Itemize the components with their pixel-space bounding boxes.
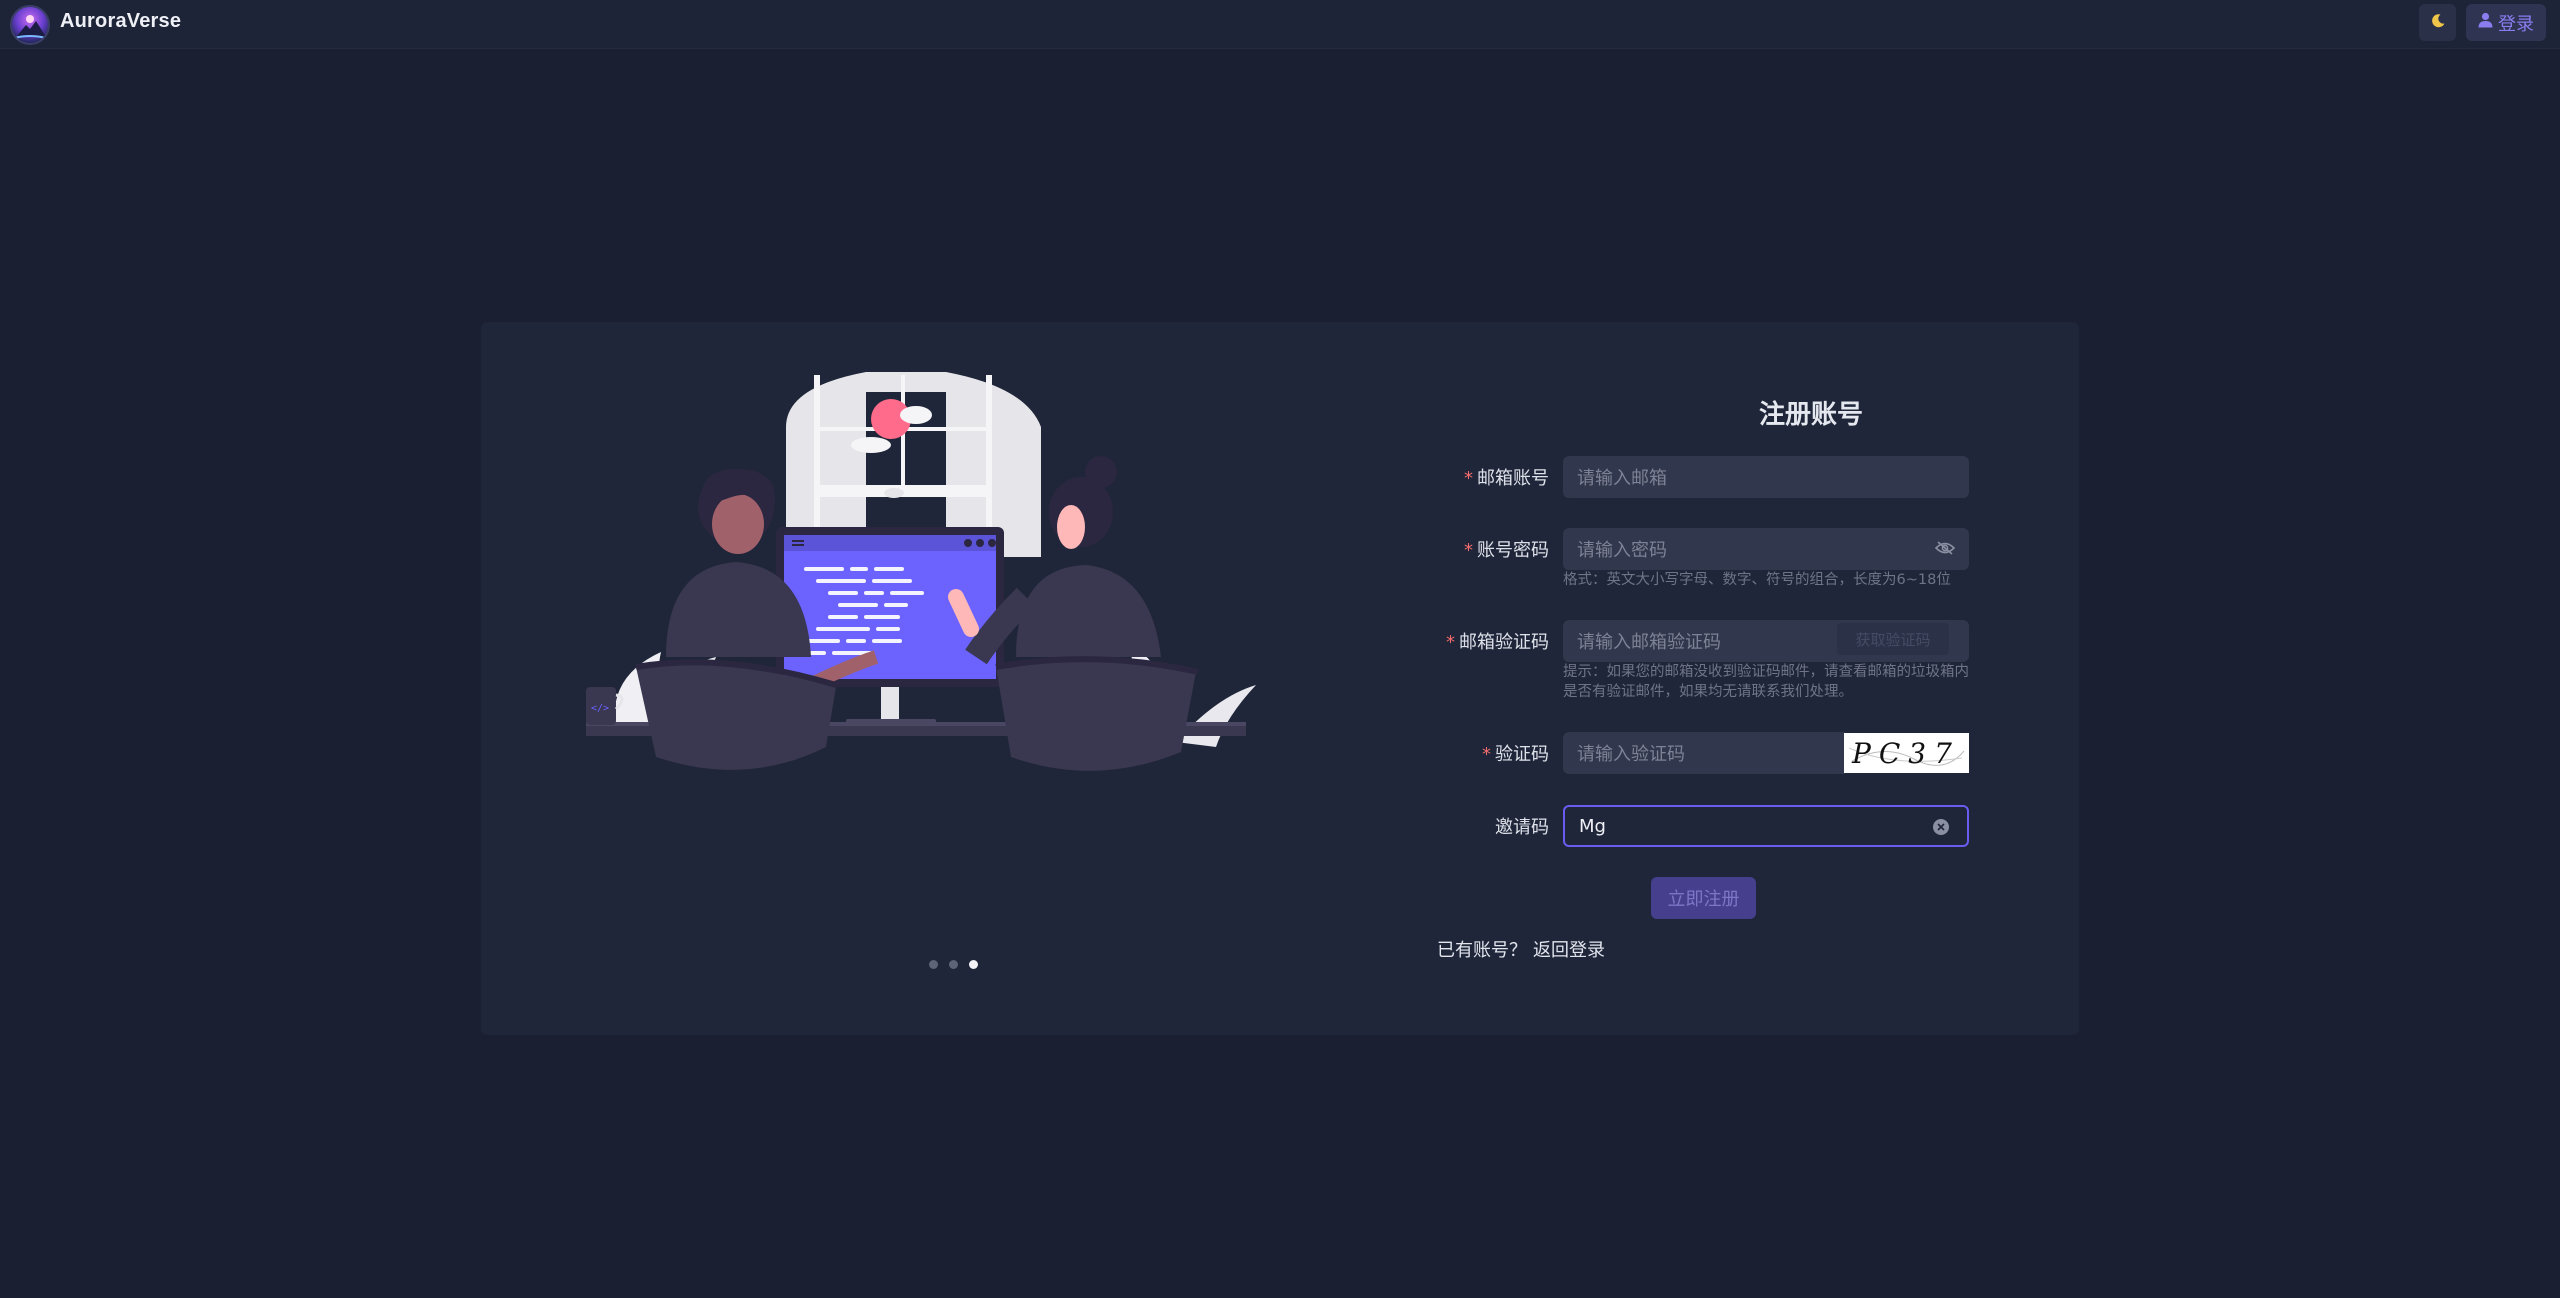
carousel-indicators: [929, 960, 978, 969]
required-mark: *: [1482, 744, 1491, 765]
brand-name[interactable]: AuroraVerse: [60, 10, 181, 33]
email-code-placeholder: 请输入邮箱验证码: [1577, 632, 1721, 653]
required-mark: *: [1446, 632, 1455, 653]
user-icon: [2478, 12, 2493, 33]
top-bar: AuroraVerse 登录: [0, 0, 2560, 49]
login-label: 登录: [2498, 13, 2534, 35]
theme-toggle-button[interactable]: [2419, 4, 2456, 41]
logo-icon[interactable]: [10, 5, 50, 45]
invite-label: 邀请码: [1495, 817, 1549, 838]
register-card: </> 注册账号 * 邮箱账号 请输入邮箱 * 账号密码 请输入密码 格式：英文…: [481, 322, 2079, 1035]
captcha-text: PC37: [1851, 737, 1960, 770]
register-button[interactable]: 立即注册: [1651, 877, 1756, 919]
email-code-hint: 提示：如果您的邮箱没收到验证码邮件，请查看邮箱的垃圾箱内是否有验证邮件，如果均无…: [1563, 664, 1969, 700]
carousel-dot[interactable]: [929, 960, 938, 969]
email-input[interactable]: 请输入邮箱: [1563, 456, 1969, 498]
eye-off-icon[interactable]: [1934, 539, 1956, 560]
password-hint: 格式：英文大小写字母、数字、符号的组合，长度为6~18位: [1563, 572, 1951, 588]
invite-code-value: Mg: [1579, 815, 1606, 837]
required-mark: *: [1464, 468, 1473, 489]
login-button[interactable]: 登录: [2466, 4, 2546, 41]
login-prompt: 已有账号？ 返回登录: [1437, 936, 1605, 962]
has-account-text: 已有账号？: [1437, 940, 1527, 961]
required-mark: *: [1464, 540, 1473, 561]
captcha-input[interactable]: 请输入验证码: [1563, 732, 1845, 774]
email-placeholder: 请输入邮箱: [1577, 468, 1667, 489]
invite-code-input[interactable]: Mg: [1563, 805, 1969, 847]
carousel-dot[interactable]: [949, 960, 958, 969]
password-label: * 账号密码: [1464, 540, 1549, 561]
clear-icon[interactable]: [1933, 819, 1949, 835]
svg-text:</>: </>: [591, 703, 609, 714]
form-title: 注册账号: [1758, 400, 1863, 430]
password-input[interactable]: 请输入密码: [1563, 528, 1969, 570]
send-code-button[interactable]: 获取验证码: [1837, 623, 1949, 655]
captcha-label: * 验证码: [1482, 744, 1549, 765]
captcha-placeholder: 请输入验证码: [1577, 744, 1685, 765]
illustration: </>: [576, 367, 1256, 831]
carousel-dot-active[interactable]: [969, 960, 978, 969]
moon-icon: [2430, 13, 2446, 33]
password-placeholder: 请输入密码: [1577, 540, 1667, 561]
back-to-login-link[interactable]: 返回登录: [1533, 940, 1605, 961]
email-code-label: * 邮箱验证码: [1446, 632, 1549, 653]
captcha-image[interactable]: PC37: [1844, 733, 1969, 773]
email-label: * 邮箱账号: [1464, 468, 1549, 489]
